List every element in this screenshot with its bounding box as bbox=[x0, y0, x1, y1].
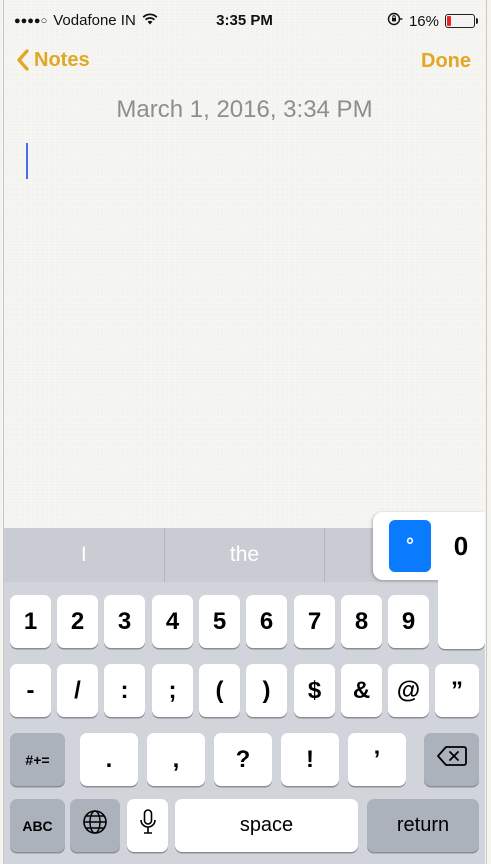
orientation-lock-icon bbox=[387, 12, 403, 30]
space-key[interactable]: space bbox=[175, 799, 358, 852]
globe-icon bbox=[82, 809, 108, 842]
key-4[interactable]: 4 bbox=[152, 595, 193, 648]
key-comma[interactable]: , bbox=[147, 733, 205, 786]
text-cursor[interactable] bbox=[26, 143, 28, 179]
prediction-2[interactable]: the bbox=[165, 528, 326, 582]
key-3[interactable]: 3 bbox=[104, 595, 145, 648]
key-semicolon[interactable]: ; bbox=[152, 664, 193, 717]
chevron-left-icon bbox=[16, 48, 30, 72]
variant-zero[interactable]: 0 bbox=[442, 520, 480, 572]
key-exclamation[interactable]: ! bbox=[281, 733, 339, 786]
globe-key[interactable] bbox=[70, 799, 120, 852]
key-at[interactable]: @ bbox=[388, 664, 429, 717]
notes-screen: ●●●●○ Vodafone IN 3:35 PM 16% Notes Done bbox=[4, 0, 485, 864]
microphone-icon bbox=[139, 808, 157, 843]
key-8[interactable]: 8 bbox=[341, 595, 382, 648]
key-quote[interactable]: ” bbox=[435, 664, 479, 717]
key-0[interactable] bbox=[438, 575, 485, 649]
key-apostrophe[interactable]: ’ bbox=[348, 733, 406, 786]
note-timestamp: March 1, 2016, 3:34 PM bbox=[116, 96, 373, 123]
delete-key[interactable] bbox=[424, 733, 479, 786]
symbols-toggle-key[interactable]: #+= bbox=[10, 733, 65, 786]
key-slash[interactable]: / bbox=[57, 664, 98, 717]
key-1[interactable]: 1 bbox=[10, 595, 51, 648]
key-6[interactable]: 6 bbox=[246, 595, 287, 648]
key-dollar[interactable]: $ bbox=[294, 664, 335, 717]
nav-bar: Notes Done bbox=[4, 40, 485, 84]
status-right: 16% bbox=[387, 12, 478, 30]
key-ampersand[interactable]: & bbox=[341, 664, 382, 717]
back-button[interactable]: Notes bbox=[16, 48, 90, 72]
key-question[interactable]: ? bbox=[214, 733, 272, 786]
key-7[interactable]: 7 bbox=[294, 595, 335, 648]
prediction-1[interactable]: I bbox=[4, 528, 165, 582]
status-bar: ●●●●○ Vodafone IN 3:35 PM 16% bbox=[4, 0, 485, 40]
variant-degree[interactable]: ° bbox=[389, 520, 431, 572]
return-key[interactable]: return bbox=[367, 799, 479, 852]
key-period[interactable]: . bbox=[80, 733, 138, 786]
key-open-paren[interactable]: ( bbox=[199, 664, 240, 717]
battery-icon bbox=[445, 14, 478, 28]
abc-key[interactable]: ABC bbox=[10, 799, 65, 852]
key-9[interactable]: 9 bbox=[388, 595, 429, 648]
right-edge bbox=[486, 0, 487, 864]
key-2[interactable]: 2 bbox=[57, 595, 98, 648]
key-5[interactable]: 5 bbox=[199, 595, 240, 648]
dictation-key[interactable] bbox=[127, 799, 168, 852]
battery-percent: 16% bbox=[408, 12, 439, 30]
battery-level-fill bbox=[447, 16, 452, 26]
key-colon[interactable]: : bbox=[104, 664, 145, 717]
done-button[interactable]: Done bbox=[421, 50, 471, 73]
delete-backward-icon bbox=[436, 745, 467, 774]
key-hyphen[interactable]: - bbox=[10, 664, 51, 717]
key-close-paren[interactable]: ) bbox=[246, 664, 287, 717]
back-button-label: Notes bbox=[34, 48, 90, 71]
